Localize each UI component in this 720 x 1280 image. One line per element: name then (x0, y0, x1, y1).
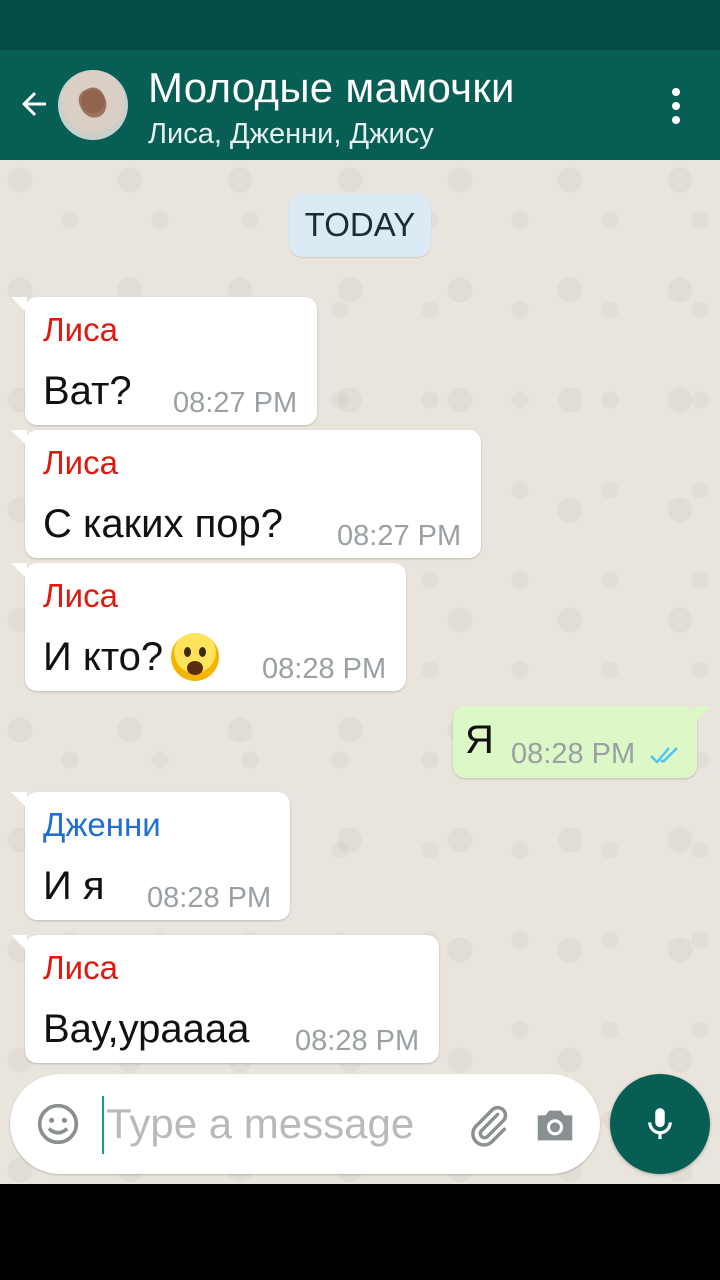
message-time: 08:28 PM (147, 882, 272, 914)
more-vert-icon-dot (672, 102, 680, 110)
message-text: И я (43, 864, 105, 908)
message-time: 08:27 PM (337, 520, 462, 552)
message-text: И кто? (43, 635, 164, 679)
message-sender: Лиса (43, 444, 118, 481)
chat-participants[interactable]: Лиса, Дженни, Джису (148, 118, 434, 151)
message-bubble[interactable]: Лиса С каких пор? 08:27 PM (11, 430, 481, 558)
date-separator: TODAY (289, 193, 431, 257)
message-bubble[interactable]: Лиса Ват? 08:27 PM (11, 297, 317, 425)
message-text: Я (465, 718, 494, 762)
more-vert-icon-dot (672, 116, 680, 124)
more-vert-icon (672, 88, 680, 96)
chat-title[interactable]: Молодые мамочки (148, 64, 515, 112)
message-text: Вау,ураааа (43, 1007, 250, 1051)
arrow-left-icon (22, 92, 46, 116)
message-text: С каких пор? (43, 502, 283, 546)
smiley-icon[interactable] (36, 1102, 80, 1146)
status-bar (0, 0, 720, 50)
face-screaming-in-fear-icon (171, 633, 219, 681)
message-sender: Лиса (43, 577, 118, 614)
read-double-check-icon (650, 747, 678, 764)
message-composer (10, 1074, 600, 1174)
message-time: 08:27 PM (173, 387, 298, 419)
message-sender: Лиса (43, 949, 118, 986)
message-time: 08:28 PM (295, 1025, 420, 1057)
message-bubble[interactable]: Лиса Вау,ураааа 08:28 PM (11, 935, 439, 1063)
message-bubble[interactable]: Дженни И я 08:28 PM (11, 792, 290, 920)
message-sender: Дженни (43, 806, 161, 843)
message-time: 08:28 PM (262, 653, 387, 685)
back-button[interactable] (10, 80, 58, 128)
group-avatar[interactable] (58, 70, 128, 140)
message-text: Ват? (43, 369, 132, 413)
voice-record-button[interactable] (610, 1074, 710, 1174)
camera-icon[interactable] (532, 1102, 578, 1148)
paperclip-icon[interactable] (466, 1102, 512, 1148)
message-list[interactable]: TODAY Лиса Ват? 08:27 PM Лиса С каких по… (0, 160, 720, 1184)
message-input[interactable] (106, 1090, 466, 1158)
message-bubble-outgoing[interactable]: Я 08:28 PM (453, 706, 711, 778)
message-sender: Лиса (43, 311, 118, 348)
message-time: 08:28 PM (511, 738, 636, 770)
more-options-button[interactable] (656, 78, 696, 134)
navigation-bar (0, 1184, 720, 1280)
message-bubble[interactable]: Лиса И кто? 08:28 PM (11, 563, 406, 691)
text-cursor (102, 1096, 104, 1154)
microphone-icon (648, 1108, 672, 1140)
chat-header: Молодые мамочки Лиса, Дженни, Джису (0, 50, 720, 160)
